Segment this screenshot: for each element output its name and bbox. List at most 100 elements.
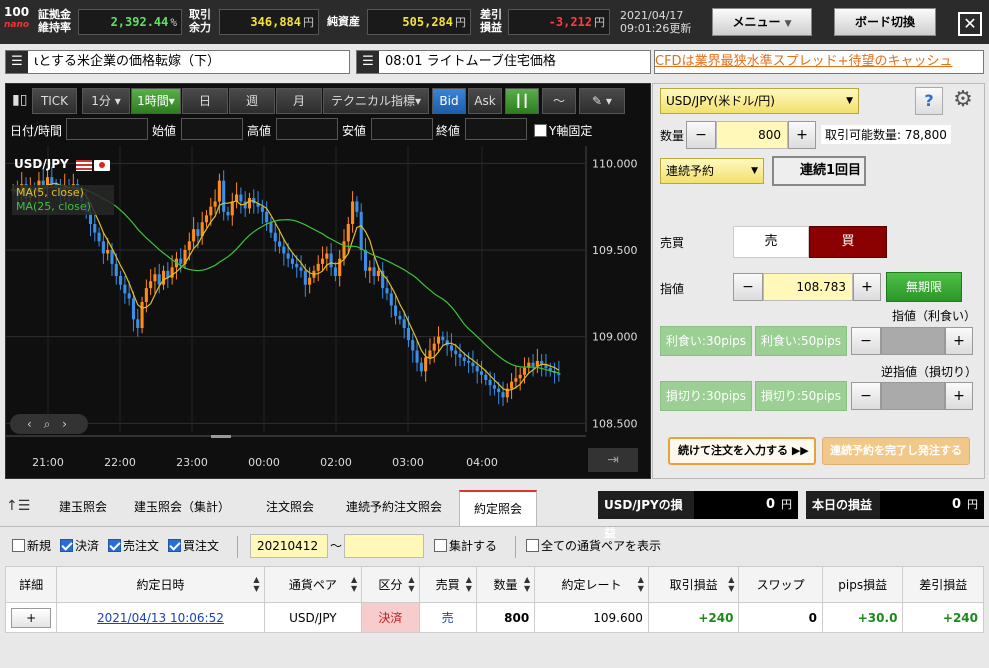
- jump-latest-icon[interactable]: ⇥: [588, 448, 638, 472]
- filter-buy-checkbox[interactable]: 買注文: [168, 536, 219, 556]
- col-swap: スワップ: [738, 566, 823, 603]
- stop-loss-label: 逆指値（損切り）: [881, 365, 978, 379]
- col-side[interactable]: 売買 ▲ ▼: [418, 566, 477, 603]
- y-tick-label: 109.500: [592, 244, 638, 257]
- col-datetime[interactable]: 約定日時 ▲ ▼: [56, 566, 265, 603]
- candle-body: [273, 232, 277, 242]
- board-switch-button[interactable]: ボード切換: [834, 8, 936, 36]
- tf-1min-select[interactable]: 1分 ▾: [82, 88, 130, 114]
- x-tick-label: 22:00: [104, 456, 136, 469]
- time-scrollbar-thumb[interactable]: [211, 435, 231, 438]
- candle-body: [196, 229, 200, 237]
- draw-tool-icon[interactable]: ✎ ▾: [579, 88, 625, 114]
- candle-body: [449, 345, 453, 351]
- price-input[interactable]: 108.783: [763, 273, 853, 301]
- exec-pair: USD/JPY: [263, 602, 363, 633]
- tf-month-button[interactable]: 月: [276, 88, 322, 114]
- currency-pair-select[interactable]: USD/JPY(米ドル/円) ▼: [660, 88, 859, 114]
- ask-button[interactable]: Ask: [468, 88, 502, 114]
- tp-plus-button[interactable]: +: [945, 327, 973, 355]
- candle-body: [127, 293, 131, 299]
- margin-ratio-value: 2,392.44%: [78, 9, 182, 35]
- all-pairs-checkbox[interactable]: 全ての通貨ペアを表示: [526, 536, 661, 556]
- sell-button[interactable]: 売: [733, 226, 809, 258]
- exec-swap: 0: [738, 602, 823, 633]
- pair-pl-value: 0円: [694, 491, 798, 519]
- gear-icon[interactable]: ⚙: [949, 86, 977, 114]
- candle-chart-icon[interactable]: ┃┃: [505, 88, 539, 114]
- quantity-label: 数量: [660, 129, 685, 143]
- candle-body: [376, 270, 380, 276]
- technical-indicator-select[interactable]: テクニカル指標▾: [323, 88, 429, 114]
- col-rate[interactable]: 約定レート ▲ ▼: [534, 566, 649, 603]
- close-icon[interactable]: ✕: [958, 12, 982, 36]
- news-ticker-1[interactable]: ☰ ɩとする米企業の価格転嫁（下）: [5, 50, 350, 74]
- price-minus-button[interactable]: −: [733, 273, 763, 301]
- news-ticker-2[interactable]: ☰ 08:01 ライトムーブ住宅価格: [356, 50, 651, 74]
- price-plus-button[interactable]: +: [853, 273, 881, 301]
- help-icon[interactable]: ?: [915, 87, 943, 115]
- menu-button[interactable]: メニュー ▼: [712, 8, 812, 36]
- filter-settle-checkbox[interactable]: 決済: [60, 536, 99, 556]
- filter-sell-checkbox[interactable]: 売注文: [108, 536, 159, 556]
- tab-orders[interactable]: 注文照会: [252, 490, 328, 526]
- cfd-promo-link[interactable]: CFDは業界最狭水準スプレッド+待望のキャッシュ: [654, 50, 984, 74]
- bar-chart-icon[interactable]: ▮▯: [12, 92, 28, 108]
- stop-loss-input[interactable]: [881, 382, 945, 410]
- detail-expand-button[interactable]: +: [11, 607, 52, 628]
- candle-body: [123, 284, 127, 294]
- submit-sequence-button[interactable]: 連続予約を完了し発注する: [822, 437, 970, 465]
- candle-body: [239, 194, 243, 202]
- order-type-select[interactable]: 連続予約 ▼: [660, 158, 764, 184]
- tab-executions[interactable]: 約定照会: [459, 490, 537, 526]
- candle-body: [424, 357, 428, 372]
- candle-body: [101, 241, 105, 254]
- sl-minus-button[interactable]: −: [851, 382, 881, 410]
- tf-week-button[interactable]: 週: [229, 88, 275, 114]
- candle-body: [497, 388, 501, 393]
- bid-button[interactable]: Bid: [432, 88, 466, 114]
- quantity-input[interactable]: 800: [716, 121, 788, 149]
- tab-sequence-orders[interactable]: 連続予約注文照会: [334, 490, 454, 526]
- col-qty[interactable]: 数量 ▲ ▼: [475, 566, 536, 603]
- exec-datetime-link[interactable]: 2021/04/13 10:06:52: [56, 602, 265, 633]
- sl-plus-button[interactable]: +: [945, 382, 973, 410]
- exec-side: 売: [418, 602, 477, 633]
- line-chart-icon[interactable]: 〜: [542, 88, 576, 114]
- col-pair[interactable]: 通貨ペア ▲ ▼: [263, 566, 363, 603]
- stop-loss-30-button[interactable]: 損切り:30pips: [660, 381, 752, 411]
- stop-loss-50-button[interactable]: 損切り:50pips: [755, 381, 847, 411]
- tf-day-button[interactable]: 日: [182, 88, 228, 114]
- tf-1hour-select[interactable]: 1時間▾: [131, 88, 181, 114]
- candle-body: [385, 288, 389, 294]
- chart-zoom-controls[interactable]: ‹ ⌕ ›: [10, 414, 88, 434]
- tf-tick-button[interactable]: TICK: [32, 88, 77, 114]
- take-profit-30-button[interactable]: 利食い:30pips: [660, 326, 752, 356]
- x-tick-label: 02:00: [320, 456, 352, 469]
- y-axis-fix-checkbox[interactable]: Y軸固定: [534, 122, 592, 139]
- continue-order-button[interactable]: 続けて注文を入力する ▶▶: [668, 437, 816, 465]
- col-trade-pl[interactable]: 取引損益 ▲ ▼: [647, 566, 740, 603]
- candle-body: [282, 246, 286, 254]
- candle-body: [531, 362, 535, 367]
- quantity-plus-button[interactable]: +: [788, 121, 816, 149]
- us-flag-icon: [76, 160, 92, 171]
- candle-body: [436, 336, 441, 344]
- date-to-input[interactable]: [344, 534, 424, 558]
- col-type[interactable]: 区分 ▲ ▼: [361, 566, 420, 603]
- take-profit-input[interactable]: [881, 327, 945, 355]
- filter-new-checkbox[interactable]: 新規: [12, 536, 51, 556]
- col-detail: 詳細: [4, 566, 58, 603]
- sort-list-icon[interactable]: ↑☰: [6, 498, 30, 514]
- candle-body: [247, 198, 252, 209]
- expiry-button[interactable]: 無期限: [886, 272, 962, 302]
- date-from-input[interactable]: 20210412: [250, 534, 328, 558]
- candle-body: [290, 258, 294, 264]
- tp-minus-button[interactable]: −: [851, 327, 881, 355]
- buy-button[interactable]: 買: [809, 226, 887, 258]
- take-profit-50-button[interactable]: 利食い:50pips: [755, 326, 847, 356]
- tab-positions-summary[interactable]: 建玉照会（集計）: [124, 490, 240, 526]
- quantity-minus-button[interactable]: −: [686, 121, 716, 149]
- tab-positions[interactable]: 建玉照会: [44, 490, 122, 526]
- aggregate-checkbox[interactable]: 集計する: [434, 536, 497, 556]
